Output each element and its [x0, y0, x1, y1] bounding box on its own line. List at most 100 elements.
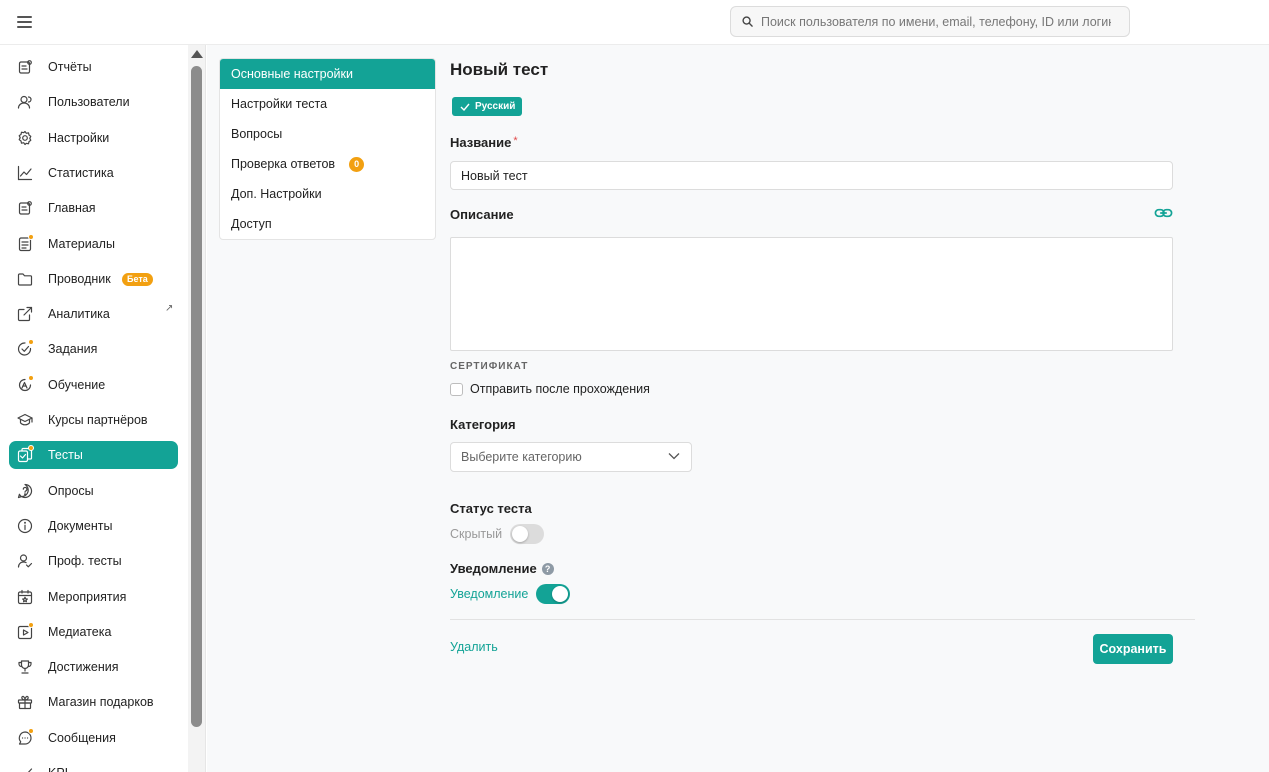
info-icon [17, 518, 33, 533]
settings-tabs: Основные настройки Настройки теста Вопросы… [219, 58, 436, 240]
chevron-down-icon [668, 453, 680, 460]
category-label: Категория [450, 417, 516, 432]
sidebar: Отчёты Пользователи Настройки Статистика Гла… [0, 45, 188, 772]
certificate-checkbox[interactable] [450, 382, 463, 396]
sidebar-item-9[interactable]: Обучение [9, 371, 178, 399]
sidebar-item-16[interactable]: Медиатека [9, 618, 178, 646]
certificate-checkbox-row[interactable]: Отправить после прохождения [450, 382, 650, 396]
save-button[interactable]: Сохранить [1093, 634, 1173, 664]
notification-toggle-row: Уведомление [450, 584, 571, 604]
external-arrow-icon: ↗ [165, 303, 174, 315]
check-icon [460, 103, 470, 111]
notification-dot [28, 374, 34, 381]
tab-3[interactable]: Проверка ответов 0 [220, 149, 435, 179]
status-toggle-row: Скрытый [450, 524, 545, 544]
name-label-text: Название [450, 135, 512, 150]
certificate-caption: СЕРТИФИКАТ [450, 361, 529, 372]
delete-link[interactable]: Удалить [450, 640, 498, 654]
sidebar-item-13[interactable]: Документы [9, 512, 178, 540]
sidebar-item-4[interactable]: Главная [9, 194, 178, 222]
main-content: Основные настройки Настройки теста Вопросы… [207, 45, 1269, 772]
search-box[interactable] [730, 6, 1130, 37]
trophy-icon [18, 660, 32, 674]
sidebar-item-0[interactable]: Отчёты [9, 53, 178, 81]
status-toggle-label: Скрытый [450, 527, 503, 541]
report-icon [18, 60, 32, 74]
sidebar-scrollbar[interactable] [188, 45, 206, 772]
kpi-icon [27, 768, 33, 772]
gift-icon [17, 696, 33, 710]
sidebar-item-label: Мероприятия [48, 589, 127, 604]
notification-dot [28, 727, 34, 734]
menu-icon[interactable] [17, 16, 32, 28]
tab-4[interactable]: Доп. Настройки [220, 179, 435, 209]
sidebar-item-2[interactable]: Настройки [9, 124, 178, 152]
sidebar-item-label: Пользователи [48, 95, 130, 110]
sidebar-item-label: Главная [48, 201, 96, 216]
sidebar-item-17[interactable]: Достижения [9, 653, 178, 681]
sidebar-item-label: KPI [48, 766, 68, 772]
sidebar-item-label: Медиатека [48, 624, 112, 639]
notification-label-text: Уведомление [450, 561, 537, 576]
tab-0[interactable]: Основные настройки [220, 59, 435, 89]
tab-label: Основные настройки [231, 67, 353, 81]
sidebar-item-14[interactable]: Проф. тесты [9, 547, 178, 575]
status-toggle-knob [512, 526, 529, 542]
sidebar-item-11[interactable]: Тесты [9, 441, 178, 470]
scrollbar-thumb[interactable] [191, 66, 202, 727]
sidebar-item-label: Достижения [48, 660, 119, 675]
tab-2[interactable]: Вопросы [220, 119, 435, 149]
sidebar-item-7[interactable]: Аналитика ↗ [9, 300, 178, 328]
language-tag[interactable]: Русский [452, 97, 523, 116]
tab-label: Доступ [231, 217, 272, 231]
sidebar-item-20[interactable]: KPI [9, 759, 178, 772]
required-mark: * [513, 135, 518, 147]
user-check-icon [17, 554, 33, 568]
sidebar-item-label: Проф. тесты [48, 554, 122, 569]
tab-label: Проверка ответов [231, 157, 336, 171]
sidebar-item-6[interactable]: Проводник Бета [9, 265, 178, 293]
sidebar-item-15[interactable]: Мероприятия [9, 583, 178, 611]
notification-toggle[interactable] [536, 584, 571, 604]
notification-toggle-knob [552, 586, 569, 602]
sidebar-item-8[interactable]: Задания [9, 335, 178, 363]
sidebar-item-10[interactable]: Курсы партнёров [9, 406, 178, 434]
sidebar-item-18[interactable]: Магазин подарков [9, 688, 178, 716]
divider [450, 619, 1195, 620]
folder-icon [17, 273, 33, 286]
notification-toggle-label: Уведомление [450, 587, 529, 601]
sidebar-item-label: Задания [48, 342, 98, 357]
search-input[interactable] [761, 14, 1111, 29]
tab-1[interactable]: Настройки теста [220, 89, 435, 119]
calendar-icon [17, 589, 33, 604]
sidebar-item-3[interactable]: Статистика [9, 159, 178, 187]
category-select[interactable]: Выберите категорию [450, 442, 692, 472]
tab-5[interactable]: Доступ [220, 209, 435, 239]
link-icon[interactable] [1154, 205, 1173, 221]
sidebar-item-label: Проводник [48, 271, 111, 286]
tab-label: Вопросы [231, 127, 283, 141]
category-placeholder: Выберите категорию [461, 450, 582, 464]
users-icon [17, 96, 32, 109]
chart-line-icon [17, 165, 33, 180]
external-link-icon [17, 306, 33, 322]
sidebar-item-label: Документы [48, 518, 113, 533]
tab-label: Доп. Настройки [231, 187, 322, 201]
sidebar-item-label: Статистика [48, 165, 114, 180]
sidebar-item-label: Аналитика [48, 307, 110, 322]
status-toggle[interactable] [510, 524, 545, 544]
help-icon[interactable]: ? [541, 563, 554, 575]
scroll-up-arrow-icon[interactable] [191, 50, 203, 58]
sidebar-item-19[interactable]: Сообщения [9, 724, 178, 752]
notification-dot [28, 445, 34, 452]
sidebar-item-12[interactable]: Опросы [9, 477, 178, 505]
description-textarea[interactable] [450, 237, 1173, 351]
top-bar [0, 0, 1269, 45]
graduation-cap-icon [17, 413, 33, 426]
sidebar-item-1[interactable]: Пользователи [9, 88, 178, 116]
home-icon [18, 201, 32, 215]
sidebar-item-5[interactable]: Материалы [9, 230, 178, 258]
language-tag-label: Русский [475, 101, 516, 112]
name-label: Название * [450, 135, 518, 150]
name-input[interactable] [450, 161, 1173, 190]
